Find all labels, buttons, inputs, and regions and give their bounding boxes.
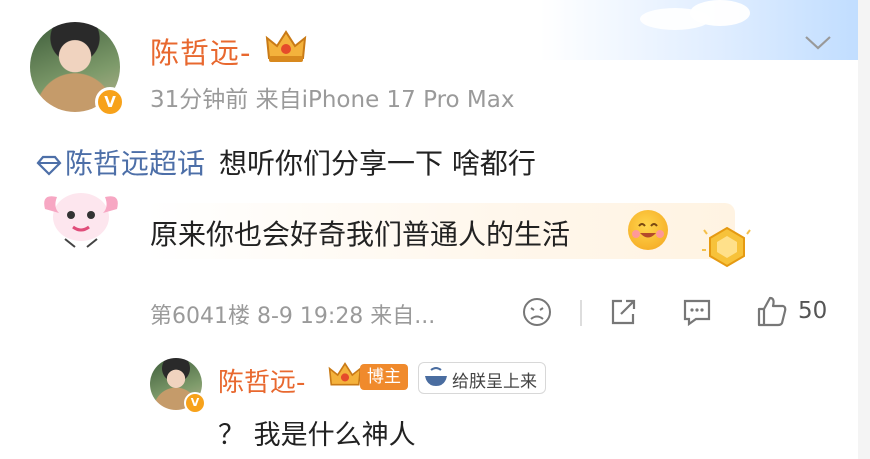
verified-badge: V: [95, 87, 125, 117]
crown-icon: [265, 30, 307, 62]
commenter-sticker-avatar[interactable]: [35, 187, 127, 249]
cloud-decoration: [690, 0, 750, 26]
gold-medal-icon: [702, 226, 751, 268]
thumbs-up-icon[interactable]: [752, 292, 792, 332]
laugh-emoji-icon: [628, 210, 668, 250]
crown-icon: [328, 362, 362, 386]
comment-floor-info: 第6041楼 8-9 19:28 来自...: [150, 304, 436, 329]
sad-face-icon[interactable]: [517, 292, 557, 332]
author-name[interactable]: 陈哲远-: [150, 30, 251, 72]
verified-badge-small: V: [184, 392, 206, 414]
comment-text: 原来你也会好奇我们普通人的生活: [150, 218, 571, 251]
post-meta: 31分钟前 来自iPhone 17 Pro Max: [150, 87, 515, 113]
author-role-tag: 博主: [360, 364, 408, 390]
reply-author-name[interactable]: 陈哲远-: [218, 362, 305, 399]
share-icon[interactable]: [603, 292, 643, 332]
chevron-down-icon[interactable]: [803, 32, 833, 52]
like-count: 50: [798, 298, 828, 324]
topic-diamond-icon: [36, 155, 62, 176]
divider: [580, 300, 582, 326]
post-body: 陈哲远超话 想听你们分享一下 啥都行: [35, 142, 536, 182]
bowl-icon: [425, 367, 447, 386]
post-text: 想听你们分享一下 啥都行: [219, 147, 536, 180]
fans-group-label: 给朕呈上来: [452, 372, 537, 392]
comment-icon[interactable]: [677, 292, 717, 332]
scroll-edge: [858, 0, 870, 459]
topic-link[interactable]: 陈哲远超话: [65, 147, 205, 180]
reply-text: ？ 我是什么神人: [218, 420, 416, 451]
